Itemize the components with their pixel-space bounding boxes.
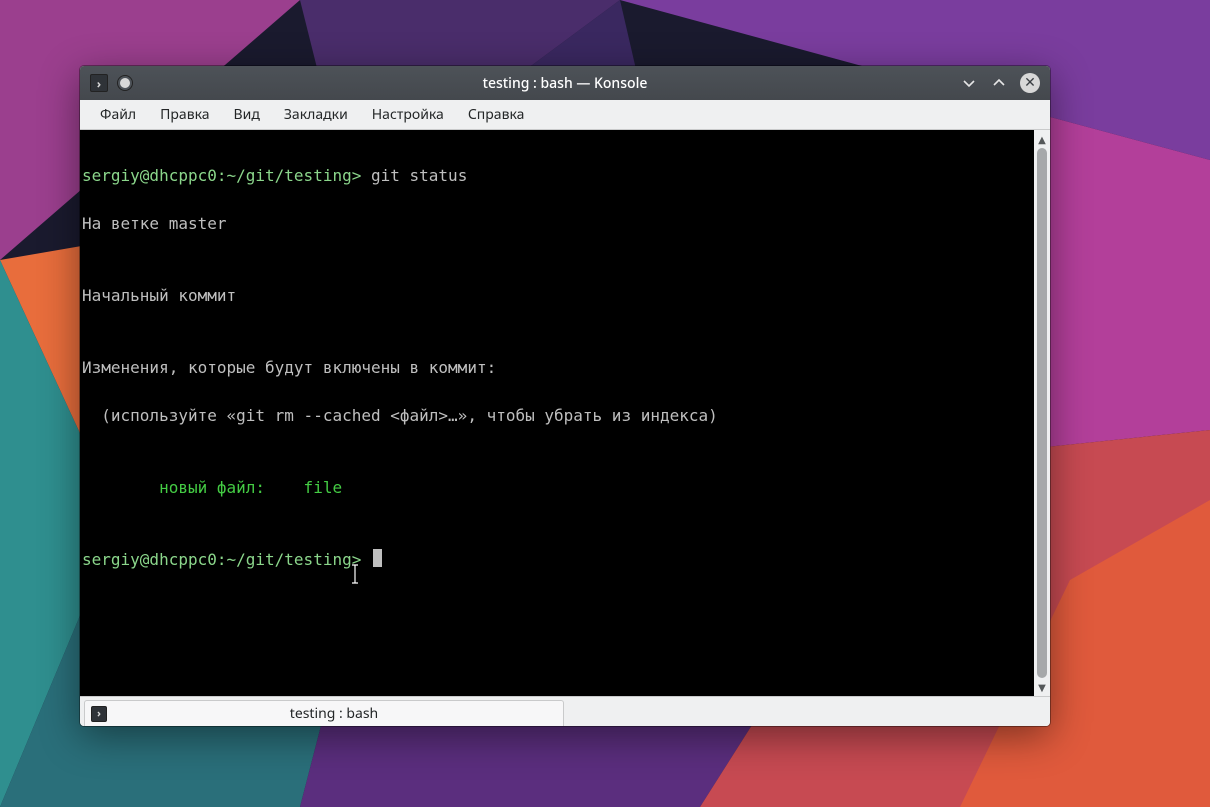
window-title: testing : bash — Konsole	[80, 74, 1050, 93]
scroll-down-icon[interactable]: ▼	[1034, 678, 1050, 696]
minimize-button[interactable]	[960, 74, 978, 92]
menu-view[interactable]: Вид	[222, 101, 272, 128]
staged-file-line: новый файл: file	[82, 476, 1032, 500]
titlebar[interactable]: › testing : bash — Konsole ✕	[80, 66, 1050, 100]
konsole-window: › testing : bash — Konsole ✕ Файл Правка…	[80, 66, 1050, 726]
tab-terminal[interactable]: › testing : bash	[84, 700, 564, 726]
scrollbar-track[interactable]	[1034, 148, 1050, 678]
menu-settings[interactable]: Настройка	[360, 101, 456, 128]
menubar: Файл Правка Вид Закладки Настройка Справ…	[80, 100, 1050, 130]
tabbar: › testing : bash	[80, 696, 1050, 726]
menu-bookmarks[interactable]: Закладки	[272, 101, 360, 128]
maximize-button[interactable]	[990, 74, 1008, 92]
terminal-icon: ›	[91, 706, 107, 722]
prompt: sergiy@dhcppc0:~/git/testing>	[82, 550, 361, 569]
pin-icon[interactable]	[118, 76, 132, 90]
terminal-area: sergiy@dhcppc0:~/git/testing> git status…	[80, 130, 1050, 696]
close-button[interactable]: ✕	[1020, 73, 1040, 93]
output-line: На ветке master	[82, 212, 1032, 236]
menu-file[interactable]: Файл	[88, 101, 148, 128]
output-line: (используйте «git rm --cached <файл>…», …	[82, 404, 1032, 428]
command-text: git status	[361, 166, 467, 185]
scrollbar-thumb[interactable]	[1037, 148, 1047, 678]
block-cursor	[373, 549, 382, 567]
terminal[interactable]: sergiy@dhcppc0:~/git/testing> git status…	[80, 130, 1034, 696]
tab-label: testing : bash	[115, 704, 553, 723]
output-line: Изменения, которые будут включены в комм…	[82, 356, 1032, 380]
app-menu-icon[interactable]: ›	[90, 74, 108, 92]
scrollbar[interactable]: ▲ ▼	[1034, 130, 1050, 696]
menu-help[interactable]: Справка	[456, 101, 537, 128]
menu-edit[interactable]: Правка	[148, 101, 221, 128]
output-line: Начальный коммит	[82, 284, 1032, 308]
prompt: sergiy@dhcppc0:~/git/testing>	[82, 166, 361, 185]
scroll-up-icon[interactable]: ▲	[1034, 130, 1050, 148]
